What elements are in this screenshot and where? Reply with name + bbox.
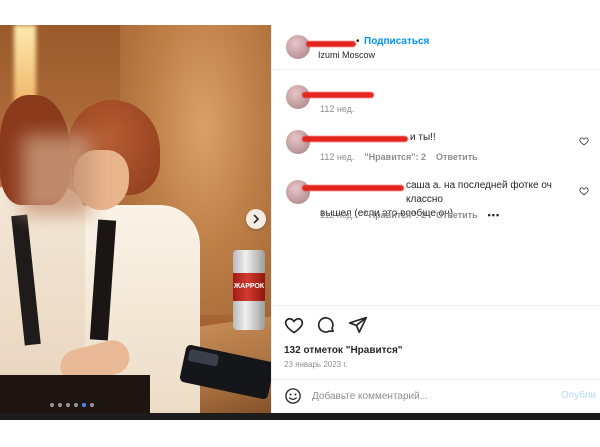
more-options-button[interactable]: ••• [488,210,500,220]
header-separator: • [356,36,360,47]
comment-meta: 112 нед. [320,104,354,114]
comment-input[interactable] [312,387,552,405]
redacted-username [306,41,356,47]
redacted-username [302,92,374,98]
comment-likes[interactable]: "Нравится": 2 [364,210,426,220]
carousel-dot [74,403,78,407]
heart-icon[interactable] [579,186,589,196]
comment-time[interactable]: 112 нед. [320,152,354,162]
next-photo-button[interactable] [246,209,266,229]
post-actions [284,315,368,335]
comment-time[interactable]: 112 нед. [320,210,354,220]
post-location[interactable]: Izumi Moscow [318,50,375,60]
commenter-avatar[interactable] [286,130,310,154]
emoji-icon[interactable] [284,387,302,405]
comment-icon[interactable] [316,315,336,335]
heart-icon[interactable] [579,136,589,146]
divider [272,305,600,306]
follow-button[interactable]: Подписаться [364,36,429,47]
instagram-post: ЖАРРОК • Подписаться Izumi Moscow 112 не… [0,25,600,413]
divider [272,69,600,70]
comment-text: и ты!! [410,132,436,143]
chevron-right-icon [253,214,259,224]
carousel-dot [90,403,94,407]
carousel-dot [82,403,86,407]
reply-button[interactable]: Ответить [436,210,478,220]
comment-meta: 112 нед. "Нравится": 2 Ответить ••• [320,210,500,220]
comment-text-line: саша а. на последней фотке оч классно [406,180,552,205]
divider [272,379,600,380]
heart-icon[interactable] [284,315,304,335]
comment-meta: 112 нед. "Нравится": 2 Ответить [320,152,478,162]
author-avatar[interactable] [286,35,310,59]
post-comment-button[interactable]: Опубли [561,390,596,401]
bottom-bar [0,413,600,420]
post-photo[interactable]: ЖАРРОК [0,25,271,413]
carousel-dot [66,403,70,407]
photo-beer-can-text: ЖАРРОК [233,283,265,290]
carousel-dot [50,403,54,407]
carousel-dot [58,403,62,407]
photo-shadow [0,375,150,413]
reply-button[interactable]: Ответить [436,152,478,162]
post-date[interactable]: 23 январь 2023 г. [284,360,348,369]
photo-face-blur [22,135,92,215]
redacted-username [302,136,408,142]
share-icon[interactable] [348,315,368,335]
carousel-dots [50,403,94,407]
likes-count[interactable]: 132 отметок "Нравится" [284,345,403,356]
post-details-pane: • Подписаться Izumi Moscow 112 нед. и ты… [271,25,600,413]
commenter-avatar[interactable] [286,180,310,204]
comment-likes[interactable]: "Нравится": 2 [364,152,426,162]
comment-time[interactable]: 112 нед. [320,104,354,114]
